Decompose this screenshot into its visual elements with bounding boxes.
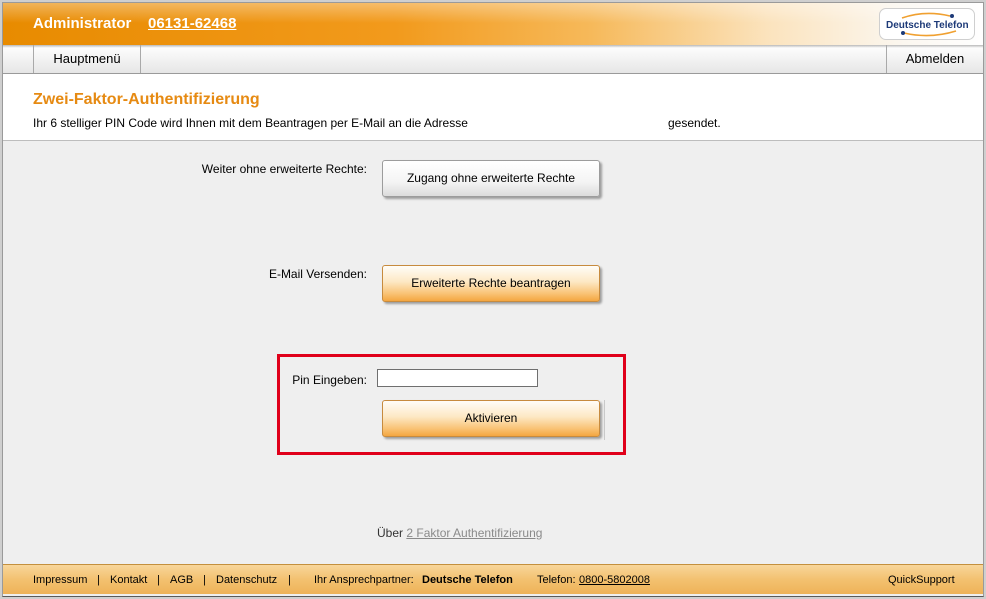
footer-link-agb[interactable]: AGB xyxy=(170,574,193,586)
footer-separator: | xyxy=(157,574,160,586)
main-menu-button[interactable]: Hauptmenü xyxy=(33,45,141,73)
logout-button[interactable]: Abmelden xyxy=(886,45,983,73)
intro-text: Ihr 6 stelliger PIN Code wird Ihnen mit … xyxy=(33,116,468,130)
access-without-rights-button[interactable]: Zugang ohne erweiterte Rechte xyxy=(382,160,600,197)
footer-contact-name: Deutsche Telefon xyxy=(422,574,513,586)
top-header: Administrator 06131-62468 Deutsche Telef… xyxy=(3,3,983,45)
footer-separator: | xyxy=(288,574,291,586)
app-window: Administrator 06131-62468 Deutsche Telef… xyxy=(2,2,984,597)
company-logo: Deutsche Telefon xyxy=(879,8,975,40)
account-phone-link[interactable]: 06131-62468 xyxy=(148,15,236,32)
logo-text: Deutsche Telefon xyxy=(886,20,969,31)
footer-phone-label: Telefon: xyxy=(537,574,576,586)
footer-link-kontakt[interactable]: Kontakt xyxy=(110,574,147,586)
footer-phone-number[interactable]: 0800-5802008 xyxy=(579,574,650,586)
footer-contact-label: Ihr Ansprechpartner: xyxy=(314,574,414,586)
page-title: Zwei-Faktor-Authentifizierung xyxy=(33,91,260,108)
two-factor-info-link[interactable]: 2 Faktor Authentifizierung xyxy=(406,526,542,540)
user-role-label: Administrator xyxy=(33,15,132,32)
pin-input[interactable] xyxy=(377,369,538,387)
intro-suffix: gesendet. xyxy=(668,116,721,130)
about-prefix: Über xyxy=(377,526,404,540)
footer-separator: | xyxy=(97,574,100,586)
quicksupport-link[interactable]: QuickSupport xyxy=(888,574,955,586)
email-send-label: E-Mail Versenden: xyxy=(268,267,367,281)
footer-separator: | xyxy=(203,574,206,586)
navigation-bar: Hauptmenü Abmelden xyxy=(3,45,983,74)
request-extended-rights-button[interactable]: Erweiterte Rechte beantragen xyxy=(382,265,600,302)
pin-label: Pin Eingeben: xyxy=(292,373,367,387)
continue-label: Weiter ohne erweiterte Rechte: xyxy=(201,162,367,176)
footer-bar: Impressum | Kontakt | AGB | Datenschutz … xyxy=(3,564,983,594)
title-panel: Zwei-Faktor-Authentifizierung Ihr 6 stel… xyxy=(3,74,983,141)
about-line: Über 2 Faktor Authentifizierung xyxy=(377,526,542,540)
activate-button[interactable]: Aktivieren xyxy=(382,400,600,437)
footer-link-datenschutz[interactable]: Datenschutz xyxy=(216,574,277,586)
footer-link-impressum[interactable]: Impressum xyxy=(33,574,87,586)
